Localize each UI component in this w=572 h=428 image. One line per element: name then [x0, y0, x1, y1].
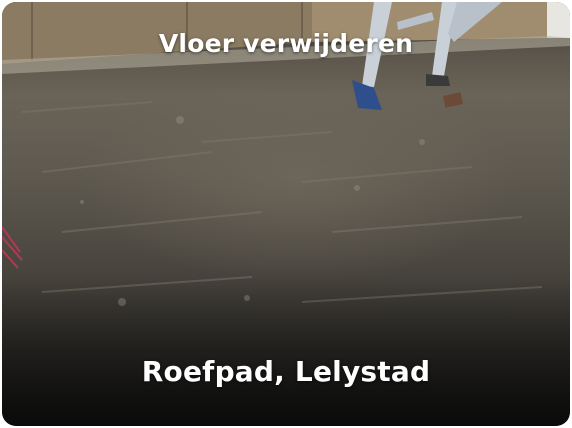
bottom-gradient [2, 276, 570, 426]
project-location: Roefpad, Lelystad [141, 355, 431, 388]
broom-bristles [2, 226, 23, 269]
trowel-marks [21, 101, 543, 303]
project-title: Vloer verwijderen [158, 29, 414, 58]
project-card[interactable]: Vloer verwijderen Roefpad, Lelystad [2, 2, 570, 426]
debris-chunk [442, 92, 464, 108]
ladder-foot [426, 74, 450, 86]
